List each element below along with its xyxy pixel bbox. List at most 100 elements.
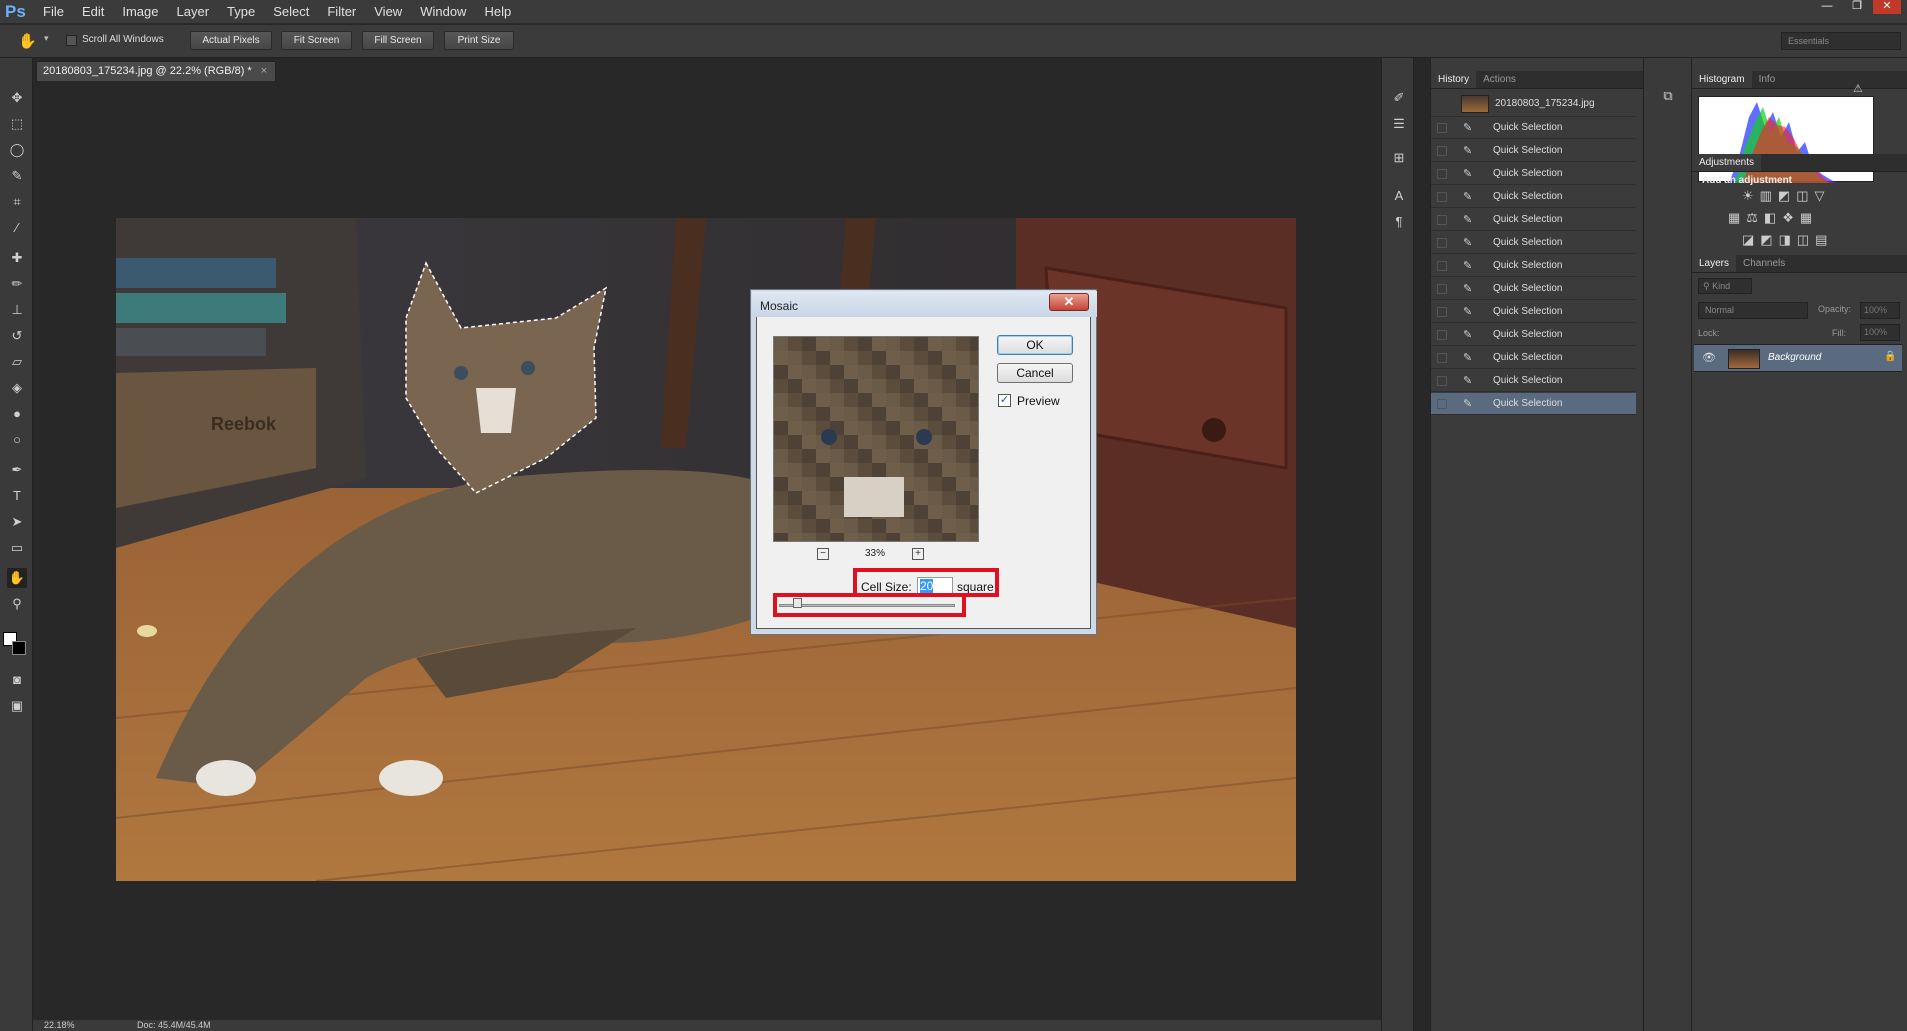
print-size-button[interactable]: Print Size	[444, 31, 514, 50]
minimize-button[interactable]: —	[1813, 0, 1841, 14]
menu-window[interactable]: Window	[411, 0, 475, 24]
layer-filter-kind[interactable]: ⚲ Kind	[1698, 278, 1752, 294]
navigator-icon[interactable]: ⧉	[1658, 86, 1678, 106]
zoom-tool-icon[interactable]: ⚲	[7, 594, 27, 614]
opacity-input[interactable]: 100%	[1860, 302, 1900, 319]
zoom-level[interactable]: 22.18%	[44, 1020, 75, 1030]
history-brush-tool-icon[interactable]: ↺	[7, 326, 27, 346]
blur-tool-icon[interactable]: ●	[7, 404, 27, 424]
cancel-button[interactable]: Cancel	[997, 363, 1073, 383]
restore-button[interactable]: ❐	[1843, 0, 1871, 14]
tab-layers[interactable]: Layers	[1692, 255, 1737, 272]
crop-tool-icon[interactable]: ⌗	[7, 192, 27, 212]
menu-filter[interactable]: Filter	[318, 0, 365, 24]
menu-select[interactable]: Select	[264, 0, 318, 24]
history-state-row[interactable]: ✎ Quick Selection	[1431, 232, 1636, 254]
snapshot-source-checkbox[interactable]	[1437, 376, 1447, 386]
brush-settings-icon[interactable]: ☰	[1389, 114, 1409, 134]
menu-view[interactable]: View	[365, 0, 411, 24]
menu-image[interactable]: Image	[113, 0, 167, 24]
snapshot-source-checkbox[interactable]	[1437, 238, 1447, 248]
type-tool-icon[interactable]: T	[7, 486, 27, 506]
history-state-row[interactable]: ✎ Quick Selection	[1431, 324, 1636, 346]
tab-adjustments[interactable]: Adjustments	[1692, 154, 1762, 171]
history-state-row[interactable]: ✎ Quick Selection	[1431, 209, 1636, 231]
actual-pixels-button[interactable]: Actual Pixels	[190, 31, 272, 50]
history-state-row[interactable]: ✎ Quick Selection	[1431, 278, 1636, 300]
pen-tool-icon[interactable]: ✒	[7, 460, 27, 480]
tab-histogram[interactable]: Histogram	[1692, 71, 1752, 88]
paragraph-panel-icon[interactable]: ¶	[1389, 212, 1409, 232]
visibility-eye-icon[interactable]: 👁	[1702, 351, 1716, 364]
menu-layer[interactable]: Layer	[168, 0, 219, 24]
path-selection-tool-icon[interactable]: ➤	[7, 512, 27, 532]
history-state-row[interactable]: ✎ Quick Selection	[1431, 186, 1636, 208]
tab-channels[interactable]: Channels	[1736, 255, 1792, 272]
snapshot-source-checkbox[interactable]	[1437, 353, 1447, 363]
quick-mask-icon[interactable]: ◙	[7, 670, 27, 690]
tab-history[interactable]: History	[1431, 71, 1477, 88]
snapshot-source-checkbox[interactable]	[1437, 330, 1447, 340]
warning-icon[interactable]: ⚠	[1853, 82, 1863, 95]
history-state-row[interactable]: ✎ Quick Selection	[1431, 255, 1636, 277]
adjustment-icons-row-1[interactable]: ☀▥◩◫▽	[1742, 188, 1831, 204]
character-panel-icon[interactable]: A	[1389, 186, 1409, 206]
history-state-row[interactable]: ✎ Quick Selection	[1431, 301, 1636, 323]
tab-actions[interactable]: Actions	[1476, 71, 1523, 88]
adjustment-icons-row-3[interactable]: ◪◩◨◫▤	[1742, 232, 1833, 248]
clone-stamp-tool-icon[interactable]: ⊥	[7, 300, 27, 320]
paint-bucket-tool-icon[interactable]: ◈	[7, 378, 27, 398]
fill-input[interactable]: 100%	[1860, 324, 1900, 341]
dialog-titlebar[interactable]: Mosaic ✕	[752, 291, 1097, 317]
eyedropper-tool-icon[interactable]: ⁄	[7, 218, 27, 238]
history-state-row[interactable]: ✎ Quick Selection	[1431, 393, 1636, 415]
hand-tool-icon[interactable]: ✋	[18, 32, 37, 50]
menu-file[interactable]: File	[34, 0, 73, 24]
hand-tool-icon[interactable]: ✋	[7, 568, 27, 588]
history-state-row[interactable]: ✎ Quick Selection	[1431, 163, 1636, 185]
snapshot-source-checkbox[interactable]	[1437, 146, 1447, 156]
move-tool-icon[interactable]: ✥	[7, 88, 27, 108]
preview-checkbox[interactable]: ✓	[998, 394, 1011, 407]
layer-row-background[interactable]: 👁 Background 🔒	[1694, 344, 1902, 372]
zoom-in-button[interactable]: +	[912, 548, 924, 560]
menu-edit[interactable]: Edit	[73, 0, 113, 24]
adjustment-icons-row-2[interactable]: ▦⚖◧❖▦	[1728, 210, 1818, 226]
ok-button[interactable]: OK	[997, 335, 1073, 355]
history-state-row[interactable]: ✎ Quick Selection	[1431, 117, 1636, 139]
close-tab-icon[interactable]: ×	[261, 65, 267, 77]
document-tab[interactable]: 20180803_175234.jpg @ 22.2% (RGB/8) * ×	[36, 61, 276, 81]
snapshot-source-checkbox[interactable]	[1437, 215, 1447, 225]
tab-info[interactable]: Info	[1752, 71, 1783, 88]
background-color-swatch[interactable]	[12, 641, 26, 655]
snapshot-source-checkbox[interactable]	[1437, 399, 1447, 409]
clone-source-icon[interactable]: ⊞	[1389, 148, 1409, 168]
dialog-close-button[interactable]: ✕	[1049, 293, 1089, 311]
snapshot-source-checkbox[interactable]	[1437, 192, 1447, 202]
scroll-all-windows-checkbox[interactable]	[66, 35, 77, 46]
filter-preview[interactable]	[773, 336, 979, 542]
brush-tool-icon[interactable]: ✏	[7, 274, 27, 294]
snapshot-source-checkbox[interactable]	[1437, 169, 1447, 179]
menu-type[interactable]: Type	[218, 0, 264, 24]
zoom-out-button[interactable]: −	[817, 548, 829, 560]
history-state-row[interactable]: ✎ Quick Selection	[1431, 140, 1636, 162]
tool-preset-dropdown-icon[interactable]: ▾	[44, 33, 49, 44]
brush-presets-icon[interactable]: ✐	[1389, 88, 1409, 108]
snapshot-source-checkbox[interactable]	[1437, 261, 1447, 271]
blend-mode-select[interactable]: Normal	[1698, 302, 1808, 319]
lasso-tool-icon[interactable]: ◯	[7, 140, 27, 160]
close-window-button[interactable]: ✕	[1873, 0, 1901, 14]
healing-brush-tool-icon[interactable]: ✚	[7, 248, 27, 268]
quick-selection-tool-icon[interactable]: ✎	[7, 166, 27, 186]
history-state-row[interactable]: ✎ Quick Selection	[1431, 347, 1636, 369]
rectangle-tool-icon[interactable]: ▭	[7, 538, 27, 558]
history-snapshot[interactable]: ✎ 20180803_175234.jpg	[1431, 91, 1636, 117]
snapshot-source-checkbox[interactable]	[1437, 307, 1447, 317]
screen-mode-icon[interactable]: ▣	[7, 696, 27, 716]
eraser-tool-icon[interactable]: ▱	[7, 352, 27, 372]
snapshot-source-checkbox[interactable]	[1437, 284, 1447, 294]
fill-screen-button[interactable]: Fill Screen	[362, 31, 434, 50]
marquee-tool-icon[interactable]: ⬚	[7, 114, 27, 134]
snapshot-source-checkbox[interactable]	[1437, 123, 1447, 133]
